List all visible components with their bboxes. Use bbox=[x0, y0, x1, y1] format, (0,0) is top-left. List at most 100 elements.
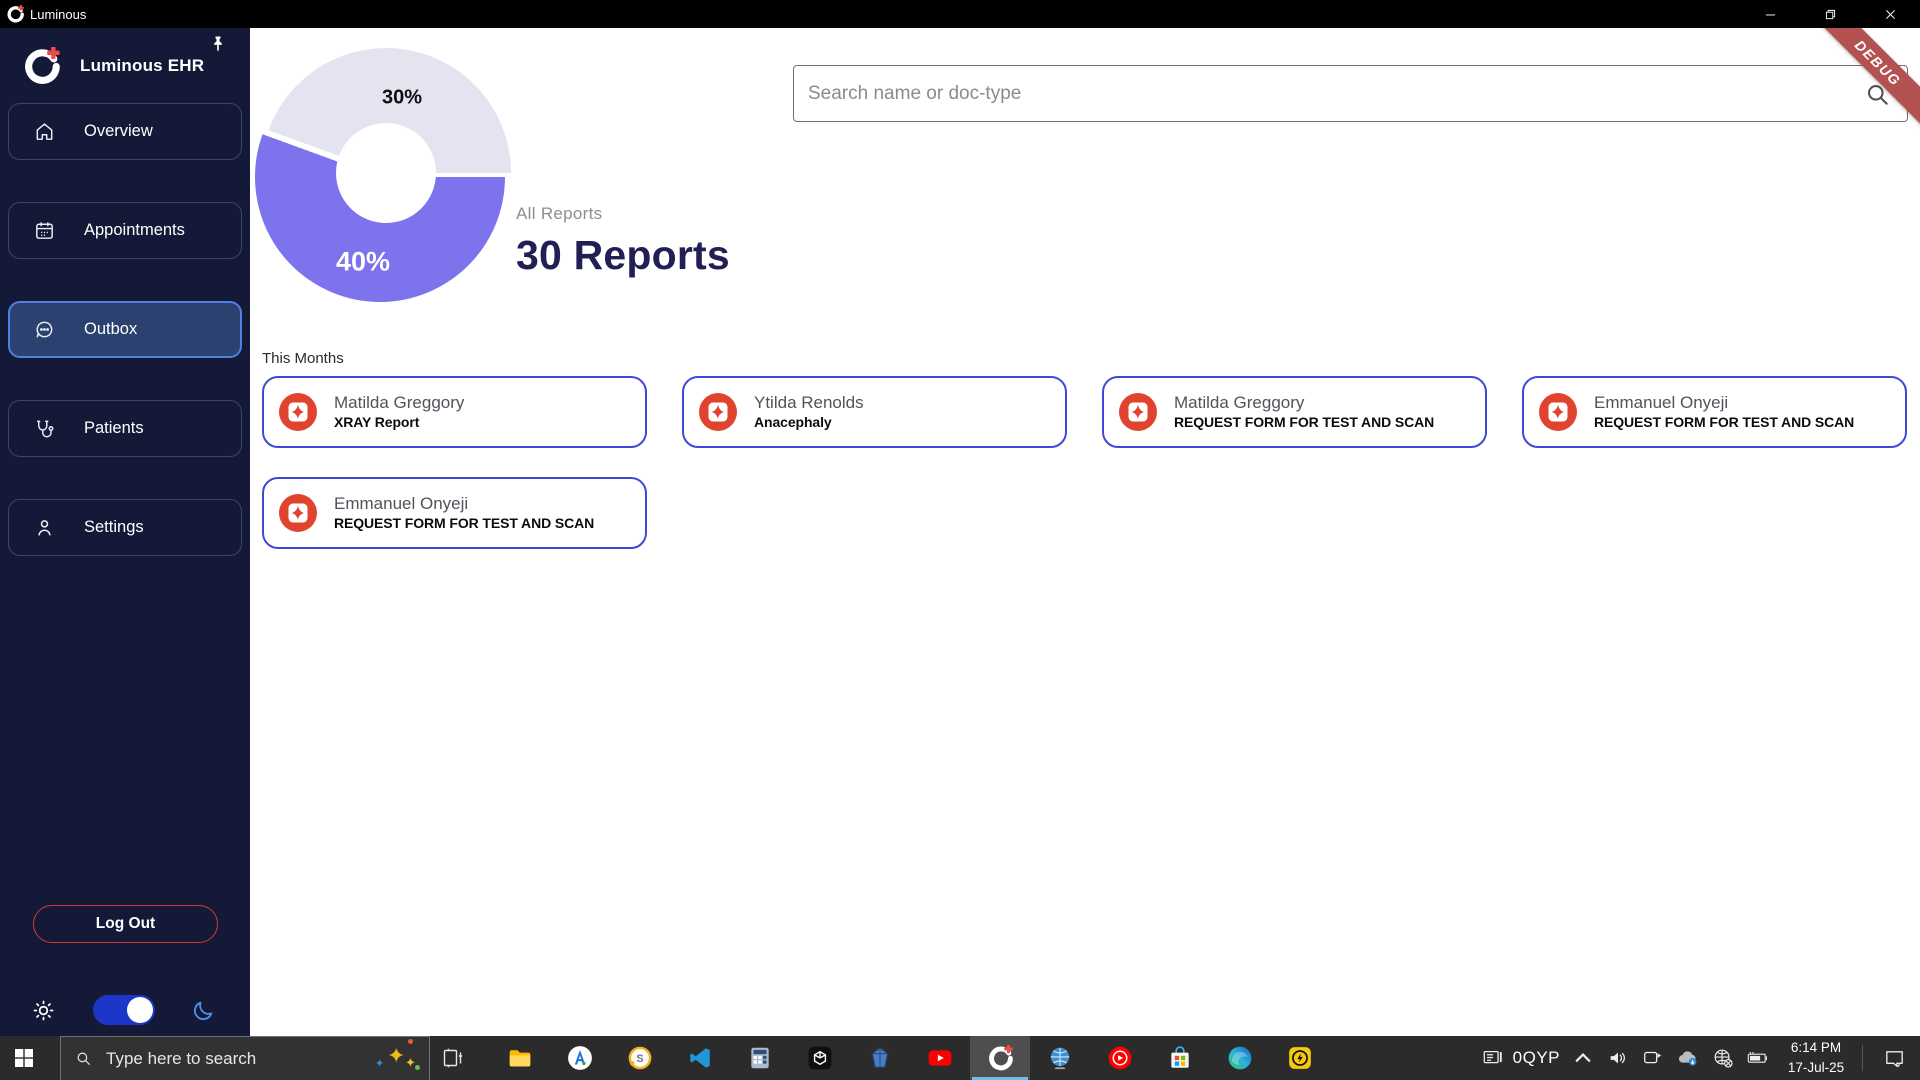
sidebar-item-label: Outbox bbox=[84, 320, 138, 338]
window-controls bbox=[1740, 0, 1920, 28]
theme-row bbox=[30, 990, 216, 1030]
volume-icon[interactable] bbox=[1606, 1046, 1630, 1070]
sidebar-item-label: Settings bbox=[84, 518, 144, 536]
report-patient-name: Emmanuel Onyeji bbox=[1594, 392, 1729, 412]
sun-icon bbox=[30, 997, 57, 1024]
taskbar-app-microsoft-store-icon[interactable] bbox=[1150, 1036, 1210, 1080]
task-view-icon[interactable] bbox=[430, 1036, 476, 1080]
sidebar-item-overview[interactable]: Overview bbox=[8, 103, 242, 160]
report-search bbox=[793, 65, 1908, 122]
pdf-icon bbox=[1119, 393, 1157, 431]
battery-charging-icon[interactable] bbox=[1746, 1046, 1770, 1070]
moon-icon bbox=[191, 998, 216, 1023]
taskbar: Type here to search ✦ ✦ ✦ S 0QYP 6:14 PM 1… bbox=[0, 1036, 1920, 1080]
reports-summary: All Reports 30 Reports bbox=[516, 204, 730, 279]
maximize-button[interactable] bbox=[1800, 0, 1860, 28]
pdf-icon bbox=[1539, 393, 1577, 431]
theme-toggle[interactable] bbox=[93, 995, 155, 1025]
pin-icon[interactable] bbox=[208, 34, 232, 58]
no-internet-icon[interactable] bbox=[1711, 1046, 1735, 1070]
card-text: Emmanuel Onyeji REQUEST FORM FOR TEST AN… bbox=[1594, 392, 1854, 433]
taskbar-app-vscode-icon[interactable] bbox=[670, 1036, 730, 1080]
stethoscope-icon bbox=[33, 417, 56, 440]
taskbar-app-internet-globe-icon[interactable] bbox=[1030, 1036, 1090, 1080]
ime-indicator[interactable]: 0QYP bbox=[1481, 1046, 1560, 1070]
sidebar-item-outbox[interactable]: Outbox bbox=[8, 301, 242, 358]
taskbar-app-power-app-icon[interactable] bbox=[1270, 1036, 1330, 1080]
screen-cast-icon[interactable] bbox=[1641, 1046, 1665, 1070]
notification-icon[interactable] bbox=[1874, 1036, 1914, 1080]
calculator-icon bbox=[747, 1045, 773, 1071]
clock-time: 6:14 PM bbox=[1790, 1040, 1842, 1056]
sparkles-icon: ✦ ✦ ✦ bbox=[375, 1038, 420, 1077]
report-card[interactable]: Matilda Greggory XRAY Report bbox=[262, 376, 647, 448]
keyboard-ime-icon bbox=[1481, 1046, 1505, 1070]
sidebar-item-label: Overview bbox=[84, 122, 153, 140]
report-doc-type: XRAY Report bbox=[334, 413, 420, 430]
calendar-icon bbox=[33, 219, 56, 242]
report-patient-name: Emmanuel Onyeji bbox=[334, 493, 469, 513]
youtube-music-icon bbox=[1107, 1045, 1133, 1071]
report-card[interactable]: Ytilda Renolds Anacephaly bbox=[682, 376, 1067, 448]
spaceship-icon bbox=[867, 1045, 893, 1071]
tray-divider bbox=[1862, 1045, 1863, 1071]
svg-text:S: S bbox=[636, 1053, 643, 1065]
taskbar-search[interactable]: Type here to search ✦ ✦ ✦ bbox=[60, 1036, 430, 1080]
taskbar-app-luminous-logo-icon[interactable] bbox=[970, 1036, 1030, 1080]
chevron-up-icon[interactable] bbox=[1571, 1046, 1595, 1070]
report-card[interactable]: Emmanuel Onyeji REQUEST FORM FOR TEST AN… bbox=[262, 477, 647, 549]
taskbar-app-designer-app-icon[interactable] bbox=[550, 1036, 610, 1080]
logout-button[interactable]: Log Out bbox=[33, 905, 218, 943]
vscode-icon bbox=[687, 1045, 713, 1071]
start-button[interactable] bbox=[0, 1036, 48, 1080]
unity-icon bbox=[807, 1045, 833, 1071]
report-cards: Matilda Greggory XRAY Report Ytilda Reno… bbox=[262, 376, 1920, 549]
internet-globe-icon bbox=[1047, 1045, 1073, 1071]
card-text: Ytilda Renolds Anacephaly bbox=[754, 392, 864, 433]
section-title: This Months bbox=[262, 350, 344, 367]
sidebar-item-patients[interactable]: Patients bbox=[8, 400, 242, 457]
power-app-icon bbox=[1287, 1045, 1313, 1071]
taskbar-search-placeholder: Type here to search bbox=[106, 1048, 257, 1068]
sidebar-item-label: Appointments bbox=[84, 221, 185, 239]
taskbar-app-calculator-icon[interactable] bbox=[730, 1036, 790, 1080]
pdf-icon bbox=[279, 494, 317, 532]
brand-name: Luminous EHR bbox=[80, 56, 205, 75]
taskbar-app-spaceship-icon[interactable] bbox=[850, 1036, 910, 1080]
taskbar-app-coin-clock-icon[interactable]: S bbox=[610, 1036, 670, 1080]
close-button[interactable] bbox=[1860, 0, 1920, 28]
taskbar-app-unity-icon[interactable] bbox=[790, 1036, 850, 1080]
taskbar-app-youtube-music-icon[interactable] bbox=[1090, 1036, 1150, 1080]
donut-hole bbox=[336, 123, 436, 223]
report-search-input[interactable] bbox=[794, 66, 1907, 121]
card-text: Emmanuel Onyeji REQUEST FORM FOR TEST AN… bbox=[334, 493, 594, 534]
taskbar-clock[interactable]: 6:14 PM 17-Jul-25 bbox=[1781, 1038, 1851, 1077]
taskbar-apps: S bbox=[490, 1036, 1330, 1080]
chat-bubble-icon bbox=[33, 318, 56, 341]
sidebar-item-appointments[interactable]: Appointments bbox=[8, 202, 242, 259]
sidebar-item-settings[interactable]: Settings bbox=[8, 499, 242, 556]
luminous-logo-icon bbox=[22, 46, 60, 85]
app-logo-icon bbox=[6, 5, 24, 23]
search-icon bbox=[75, 1050, 92, 1067]
report-card[interactable]: Matilda Greggory REQUEST FORM FOR TEST A… bbox=[1102, 376, 1487, 448]
onedrive-sync-icon[interactable] bbox=[1676, 1046, 1700, 1070]
microsoft-store-icon bbox=[1167, 1045, 1193, 1071]
window-title: Luminous bbox=[30, 6, 87, 22]
pdf-icon bbox=[279, 393, 317, 431]
reports-donut-chart: 30% 40% bbox=[255, 48, 511, 302]
donut-label-30: 30% bbox=[381, 86, 423, 109]
minimize-button[interactable] bbox=[1740, 0, 1800, 28]
designer-app-icon bbox=[567, 1045, 593, 1071]
taskbar-app-file-explorer-icon[interactable] bbox=[490, 1036, 550, 1080]
clock-date: 17-Jul-25 bbox=[1787, 1060, 1845, 1075]
coin-clock-icon: S bbox=[627, 1045, 653, 1071]
luminous-logo-icon bbox=[987, 1045, 1013, 1071]
person-icon bbox=[33, 516, 56, 539]
taskbar-app-youtube-icon[interactable] bbox=[910, 1036, 970, 1080]
report-card[interactable]: Emmanuel Onyeji REQUEST FORM FOR TEST AN… bbox=[1522, 376, 1907, 448]
pdf-icon bbox=[699, 393, 737, 431]
taskbar-app-edge-icon[interactable] bbox=[1210, 1036, 1270, 1080]
main-content: 30% 40% All Reports 30 Reports DEBUG Thi… bbox=[250, 28, 1920, 1036]
ime-label: 0QYP bbox=[1512, 1048, 1560, 1067]
